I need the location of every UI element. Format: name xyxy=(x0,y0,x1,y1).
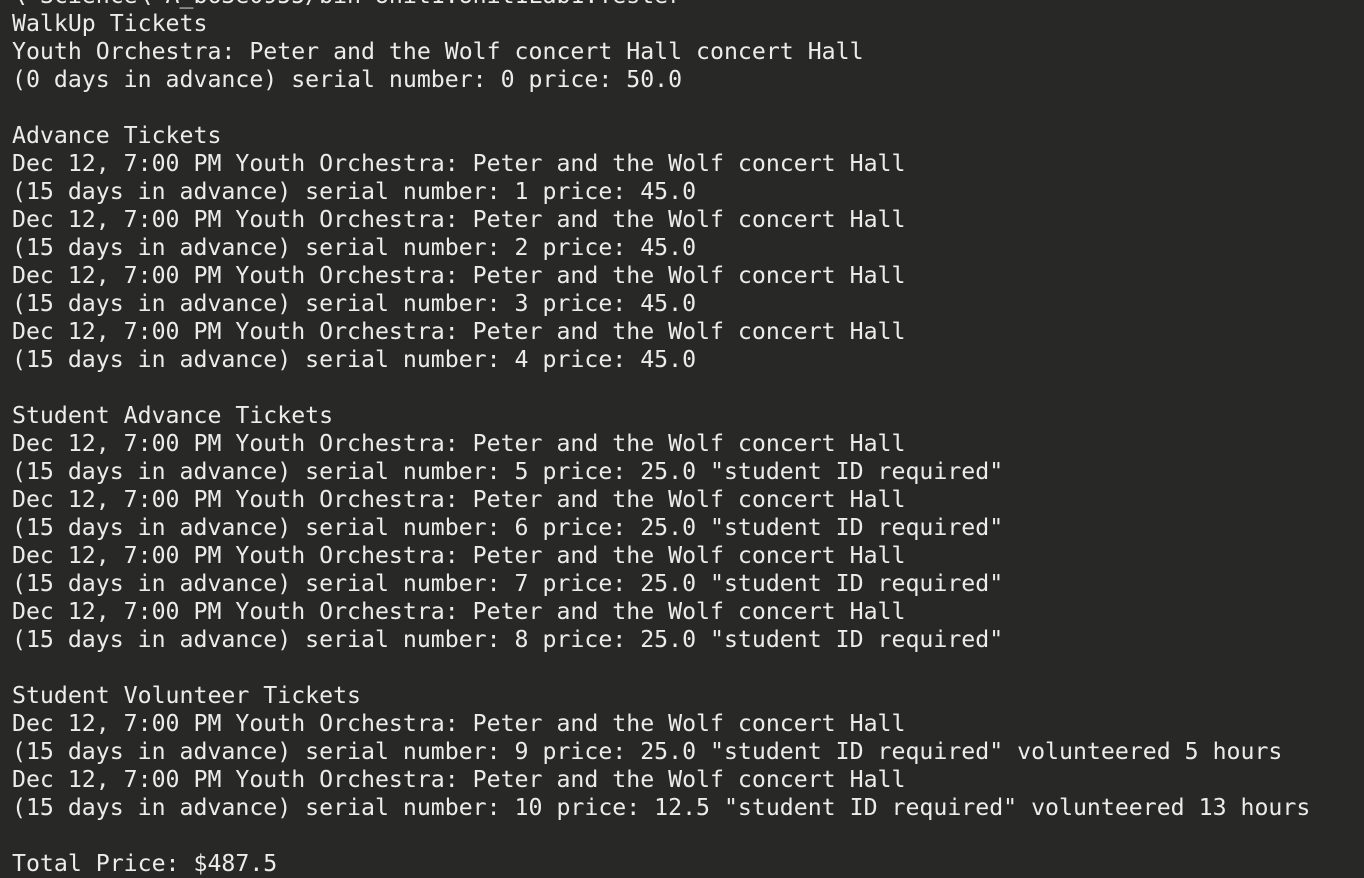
section-heading-advance: Advance Tickets xyxy=(12,122,222,149)
terminal-output: \ Science\ A_b63e0955/bin Unit1.Unit1Lab… xyxy=(12,0,1310,878)
ticket-detail-line: (15 days in advance) serial number: 1 pr… xyxy=(12,178,697,205)
terminal-line-command: \ Science\ A_b63e0955/bin Unit1.Unit1Lab… xyxy=(12,0,1310,10)
ticket-detail-line: (15 days in advance) serial number: 3 pr… xyxy=(12,290,697,317)
total-price-line: Total Price: $487.5 xyxy=(12,850,278,877)
ticket-event-line: Dec 12, 7:00 PM Youth Orchestra: Peter a… xyxy=(12,766,906,793)
ticket-event-line: Dec 12, 7:00 PM Youth Orchestra: Peter a… xyxy=(12,318,906,345)
ticket-detail-line: (15 days in advance) serial number: 8 pr… xyxy=(12,626,1004,653)
ticket-event-line: Dec 12, 7:00 PM Youth Orchestra: Peter a… xyxy=(12,430,906,457)
ticket-event-line: Dec 12, 7:00 PM Youth Orchestra: Peter a… xyxy=(12,262,906,289)
ticket-detail-line: (15 days in advance) serial number: 4 pr… xyxy=(12,346,697,373)
ticket-detail-line: (0 days in advance) serial number: 0 pri… xyxy=(12,66,683,93)
ticket-detail-line: (15 days in advance) serial number: 6 pr… xyxy=(12,514,1004,541)
ticket-detail-line: (15 days in advance) serial number: 2 pr… xyxy=(12,234,697,261)
ticket-detail-line: (15 days in advance) serial number: 10 p… xyxy=(12,794,1311,821)
section-heading-student-advance: Student Advance Tickets xyxy=(12,402,334,429)
ticket-event-line: Dec 12, 7:00 PM Youth Orchestra: Peter a… xyxy=(12,598,906,625)
ticket-event-line: Youth Orchestra: Peter and the Wolf conc… xyxy=(12,38,864,65)
ticket-detail-line: (15 days in advance) serial number: 5 pr… xyxy=(12,458,1004,485)
ticket-event-line: Dec 12, 7:00 PM Youth Orchestra: Peter a… xyxy=(12,206,906,233)
section-heading-walkup: WalkUp Tickets xyxy=(12,10,208,37)
section-heading-student-volunteer: Student Volunteer Tickets xyxy=(12,682,362,709)
ticket-detail-line: (15 days in advance) serial number: 9 pr… xyxy=(12,738,1283,765)
ticket-event-line: Dec 12, 7:00 PM Youth Orchestra: Peter a… xyxy=(12,150,906,177)
terminal-window[interactable]: \ Science\ A_b63e0955/bin Unit1.Unit1Lab… xyxy=(0,0,1364,878)
ticket-event-line: Dec 12, 7:00 PM Youth Orchestra: Peter a… xyxy=(12,710,906,737)
ticket-detail-line: (15 days in advance) serial number: 7 pr… xyxy=(12,570,1004,597)
ticket-event-line: Dec 12, 7:00 PM Youth Orchestra: Peter a… xyxy=(12,542,906,569)
ticket-event-line: Dec 12, 7:00 PM Youth Orchestra: Peter a… xyxy=(12,486,906,513)
